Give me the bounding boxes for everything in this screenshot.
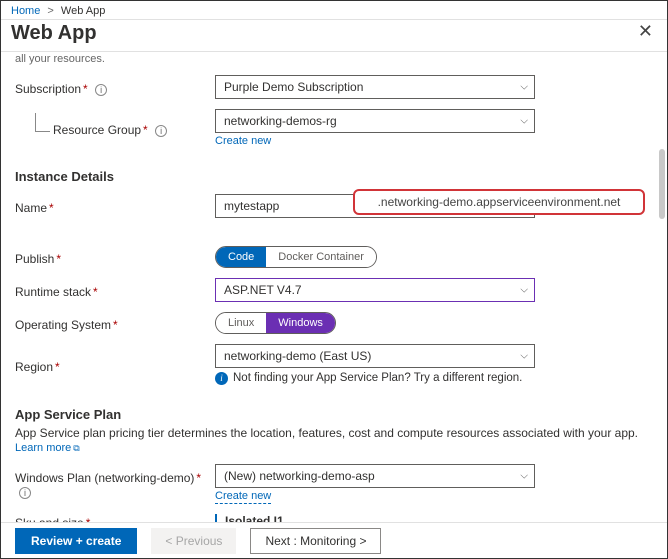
- resource-group-create-new-link[interactable]: Create new: [215, 135, 271, 147]
- info-icon[interactable]: i: [95, 84, 107, 96]
- resource-group-select[interactable]: networking-demos-rg ⌵: [215, 109, 535, 133]
- subscription-label: Subscription* i: [15, 78, 215, 96]
- os-option-linux[interactable]: Linux: [216, 313, 266, 333]
- region-select[interactable]: networking-demo (East US) ⌵: [215, 344, 535, 368]
- page-title: Web App: [11, 22, 97, 45]
- review-create-button[interactable]: Review + create: [15, 528, 137, 554]
- windows-plan-create-new-link[interactable]: Create new: [215, 490, 271, 504]
- runtime-stack-select[interactable]: ASP.NET V4.7 ⌵: [215, 278, 535, 302]
- breadcrumb-current: Web App: [61, 5, 105, 17]
- form-content: all your resources. Subscription* i Purp…: [1, 49, 667, 522]
- close-icon[interactable]: ✕: [634, 20, 657, 42]
- sku-summary: Isolated I1 210 total ACU, 3.5 GB memory…: [215, 514, 535, 522]
- breadcrumb-separator: >: [47, 5, 53, 17]
- plan-description: App Service plan pricing tier determines…: [15, 426, 653, 440]
- chevron-down-icon: ⌵: [520, 351, 528, 362]
- region-hint: iNot finding your App Service Plan? Try …: [215, 372, 535, 385]
- chevron-down-icon: ⌵: [520, 285, 528, 296]
- os-toggle: Linux Windows: [215, 312, 336, 334]
- publish-option-code[interactable]: Code: [216, 247, 266, 267]
- os-option-windows[interactable]: Windows: [266, 313, 335, 333]
- next-button[interactable]: Next : Monitoring >: [250, 528, 381, 554]
- sku-label: Sku and size*: [15, 512, 215, 522]
- wizard-footer: Review + create < Previous Next : Monito…: [1, 522, 667, 558]
- region-label: Region*: [15, 356, 215, 374]
- publish-option-docker[interactable]: Docker Container: [266, 247, 376, 267]
- panel-header: Web App ✕: [1, 20, 667, 52]
- info-icon: i: [215, 372, 228, 385]
- subscription-select[interactable]: Purple Demo Subscription ⌵: [215, 75, 535, 99]
- chevron-down-icon: ⌵: [520, 116, 528, 127]
- external-link-icon: ⧉: [73, 443, 79, 453]
- intro-truncated: all your resources.: [15, 53, 653, 65]
- publish-toggle: Code Docker Container: [215, 246, 377, 268]
- instance-details-heading: Instance Details: [15, 169, 653, 184]
- app-service-plan-heading: App Service Plan: [15, 407, 653, 422]
- previous-button: < Previous: [151, 528, 236, 554]
- operating-system-label: Operating System*: [15, 314, 215, 332]
- resource-group-label: Resource Group* i: [15, 119, 215, 137]
- chevron-down-icon: ⌵: [520, 471, 528, 482]
- runtime-stack-label: Runtime stack*: [15, 281, 215, 299]
- windows-plan-label: Windows Plan (networking-demo)* i: [15, 467, 215, 499]
- sku-name: Isolated I1: [225, 514, 535, 522]
- breadcrumb-home[interactable]: Home: [11, 5, 40, 17]
- publish-label: Publish*: [15, 248, 215, 266]
- info-icon[interactable]: i: [155, 125, 167, 137]
- windows-plan-select[interactable]: (New) networking-demo-asp ⌵: [215, 464, 535, 488]
- info-icon[interactable]: i: [19, 487, 31, 499]
- name-label: Name*: [15, 197, 215, 215]
- domain-suffix-callout: .networking-demo.appserviceenvironment.n…: [353, 189, 645, 215]
- learn-more-link[interactable]: Learn more⧉: [15, 442, 80, 454]
- breadcrumb: Home > Web App: [1, 1, 667, 20]
- scrollbar-thumb[interactable]: [659, 149, 665, 219]
- chevron-down-icon: ⌵: [520, 82, 528, 93]
